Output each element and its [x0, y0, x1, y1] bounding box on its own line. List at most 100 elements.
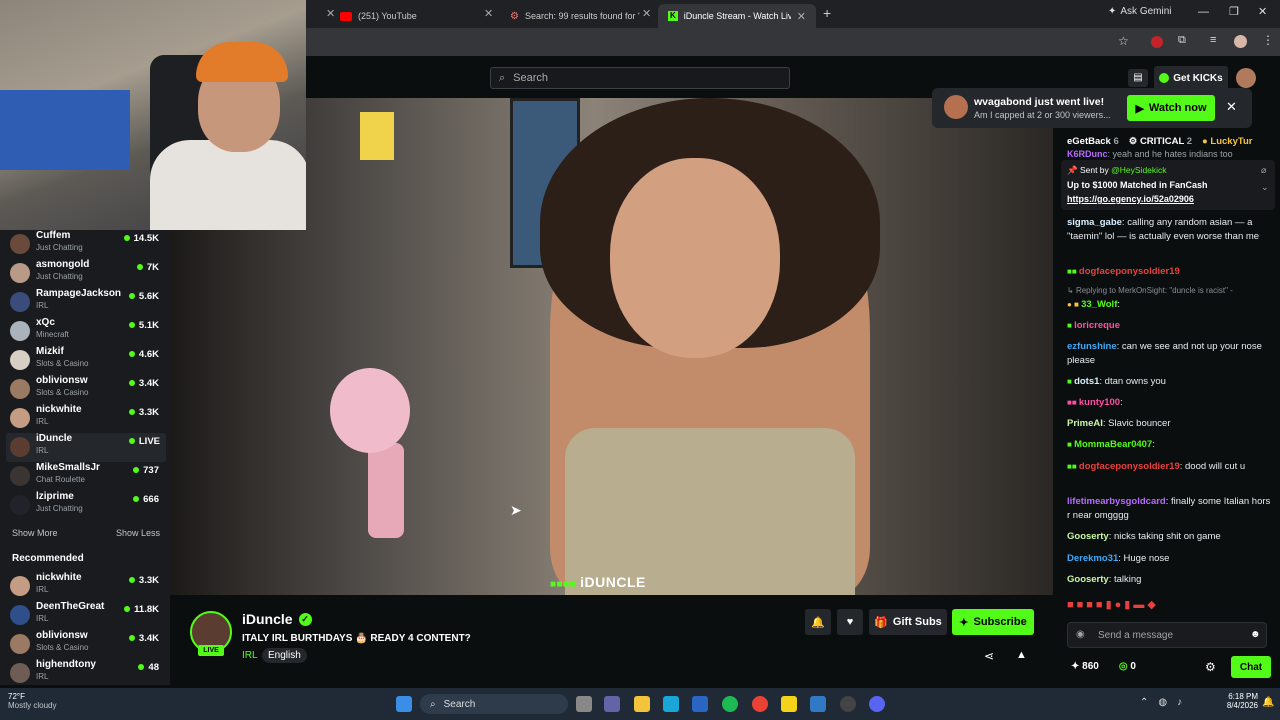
- new-tab-icon[interactable]: +: [823, 5, 831, 21]
- handheld-fan: [330, 368, 410, 453]
- pinned-text: Up to $1000 Matched in FanCash: [1067, 180, 1208, 190]
- channel-category: IRL: [36, 301, 49, 310]
- sidebar-item-cuffem[interactable]: Cuffem Just Chatting 14.5K: [10, 230, 165, 259]
- sidebar-item-asmongold[interactable]: asmongold Just Chatting 7K: [10, 259, 165, 288]
- subscribe-button[interactable]: ✦ Subscribe: [952, 609, 1034, 635]
- chrome-icon[interactable]: [752, 696, 768, 712]
- viewer-count: 5.1K: [128, 320, 159, 331]
- watch-now-button[interactable]: ▶ Watch now: [1127, 95, 1215, 121]
- chat-message: lifetimearbysgoldcard: finally some Ital…: [1067, 496, 1271, 521]
- task-view-icon[interactable]: [576, 696, 592, 712]
- file-explorer-icon[interactable]: [634, 696, 650, 712]
- menu-kebab-icon[interactable]: ⋮: [1262, 33, 1274, 47]
- search-input[interactable]: ⌕ Search: [490, 67, 790, 89]
- unpin-icon[interactable]: ⌀: [1261, 165, 1266, 176]
- sidebar-item-oblivionsw[interactable]: oblivionsw Slots & Casino 3.4K: [10, 375, 165, 404]
- viewer-count: LIVE: [128, 436, 160, 447]
- weather-widget[interactable]: 72°F Mostly cloudy: [8, 692, 56, 710]
- media-icon[interactable]: ≡: [1210, 34, 1216, 46]
- avatar: [10, 321, 30, 341]
- sidebar-item-rampagejackson[interactable]: RampageJackson IRL 5.6K: [10, 288, 165, 317]
- emote-picker-icon[interactable]: ☻: [1250, 629, 1261, 640]
- minimize-icon[interactable]: —: [1198, 6, 1209, 18]
- report-icon[interactable]: ▲: [1016, 649, 1027, 661]
- close-window-icon[interactable]: ✕: [1258, 5, 1267, 18]
- language-tag[interactable]: English: [262, 648, 307, 663]
- sparkle-icon: ✦: [1108, 6, 1117, 17]
- app-icon[interactable]: [781, 696, 797, 712]
- settings-icon[interactable]: ⚙: [1205, 660, 1216, 674]
- pinned-link[interactable]: https://go.egency.io/52a02906: [1067, 194, 1194, 204]
- edge-icon[interactable]: [663, 696, 679, 712]
- close-icon[interactable]: ✕: [797, 10, 806, 23]
- sidebar-item-iduncle[interactable]: iDuncle IRL LIVE: [6, 433, 166, 462]
- show-less-link[interactable]: Show Less: [116, 528, 160, 538]
- close-icon[interactable]: ✕: [1226, 99, 1237, 115]
- obs-icon[interactable]: [840, 696, 856, 712]
- sidebar-item-mikesmallsjr[interactable]: MikeSmallsJr Chat Roulette 737: [10, 462, 165, 491]
- chat-message: ■■ dogfaceponysoldier19: [1067, 266, 1180, 277]
- viewer-count: 4.6K: [128, 349, 159, 360]
- sidebar-item-oblivionsw-rec[interactable]: oblivionsw Slots & Casino 3.4K: [10, 630, 165, 659]
- get-kicks-button[interactable]: Get KICKs: [1154, 66, 1228, 90]
- restore-icon[interactable]: ❐: [1229, 5, 1239, 18]
- clock-date: 8/4/2026: [1226, 701, 1258, 710]
- store-icon[interactable]: [692, 696, 708, 712]
- bell-icon[interactable]: 🔔: [805, 609, 831, 635]
- close-icon[interactable]: ✕: [484, 7, 493, 20]
- sidebar-item-highendtony[interactable]: highendtony IRL 48: [10, 659, 165, 688]
- category-link[interactable]: IRL: [242, 650, 258, 661]
- windows-start-icon[interactable]: [396, 696, 412, 712]
- tab-search[interactable]: ⚙ Search: 99 results found for "pr: [500, 4, 650, 28]
- sidebar-item-xqc[interactable]: xQc Minecraft 5.1K: [10, 317, 165, 346]
- user-avatar[interactable]: [1236, 68, 1256, 88]
- tab-youtube[interactable]: (251) YouTube: [330, 4, 490, 28]
- extension-icon[interactable]: [1151, 36, 1163, 48]
- avatar: [10, 663, 30, 683]
- discord-icon[interactable]: [869, 696, 885, 712]
- gift-subs-button[interactable]: 🎁 Gift Subs: [869, 609, 947, 635]
- clock[interactable]: 6:18 PM 8/4/2026: [1214, 692, 1258, 710]
- fan-handle: [368, 443, 404, 538]
- close-icon[interactable]: ✕: [326, 7, 335, 20]
- sidebar-item-mizkif[interactable]: Mizkif Slots & Casino 4.6K: [10, 346, 165, 375]
- spotify-icon[interactable]: [722, 696, 738, 712]
- sidebar-item-nickwhite-rec[interactable]: nickwhite IRL 3.3K: [10, 572, 165, 601]
- points-balance[interactable]: ✦ 860: [1071, 661, 1099, 672]
- show-more-link[interactable]: Show More: [12, 528, 58, 538]
- teams-icon[interactable]: [604, 696, 620, 712]
- profile-avatar[interactable]: [1234, 35, 1247, 48]
- leaderboard-item: eGetBack 6: [1067, 136, 1119, 147]
- channel-name: Mizkif: [36, 346, 64, 357]
- close-icon[interactable]: ✕: [642, 7, 651, 20]
- sidebar-item-deenthegreat[interactable]: DeenTheGreat IRL 11.8K: [10, 601, 165, 630]
- photos-icon[interactable]: [810, 696, 826, 712]
- bookmark-star-icon[interactable]: ☆: [1118, 34, 1129, 48]
- sidebar-item-nickwhite[interactable]: nickwhite IRL 3.3K: [10, 404, 165, 433]
- avatar: [10, 466, 30, 486]
- chat-send-button[interactable]: Chat: [1231, 656, 1271, 678]
- puzzle-icon[interactable]: ⧉: [1178, 34, 1186, 47]
- gift-leaderboard: eGetBack 6 ⚙ CRITICAL 2 ● LuckyTur: [1067, 136, 1252, 147]
- tab-kick[interactable]: K iDuncle Stream - Watch Live on ✕: [658, 4, 816, 28]
- kicks-balance[interactable]: ◎ 0: [1119, 661, 1136, 672]
- chat-input[interactable]: ◉ Send a message ☻: [1067, 622, 1267, 648]
- share-icon[interactable]: ⋖: [984, 649, 994, 663]
- avatar: [10, 437, 30, 457]
- pinned-message[interactable]: 📌 Sent by @HeySidekick Up to $1000 Match…: [1061, 160, 1275, 210]
- sidebar-item-lziprime[interactable]: lziprime Just Chatting 666: [10, 491, 165, 520]
- layout-icon[interactable]: ▤: [1128, 69, 1148, 87]
- avatar: [10, 379, 30, 399]
- streamer-dress: [565, 428, 855, 595]
- ask-gemini-button[interactable]: ✦ Ask Gemini: [1108, 6, 1172, 17]
- webcam-cap: [196, 42, 288, 82]
- system-tray[interactable]: ⌃ ◍ ♪: [1140, 697, 1182, 708]
- streamer-name[interactable]: iDuncle ✓: [242, 611, 312, 627]
- notification-bell-icon[interactable]: 🔔: [1262, 697, 1274, 708]
- channel-category: IRL: [36, 585, 49, 594]
- taskbar-search[interactable]: ⌕ Search: [420, 694, 568, 714]
- heart-icon[interactable]: ♥: [837, 609, 863, 635]
- chevron-down-icon[interactable]: ⌄: [1261, 182, 1269, 193]
- webcam-overlay: [0, 0, 306, 230]
- network-icon: ◍: [1158, 697, 1168, 708]
